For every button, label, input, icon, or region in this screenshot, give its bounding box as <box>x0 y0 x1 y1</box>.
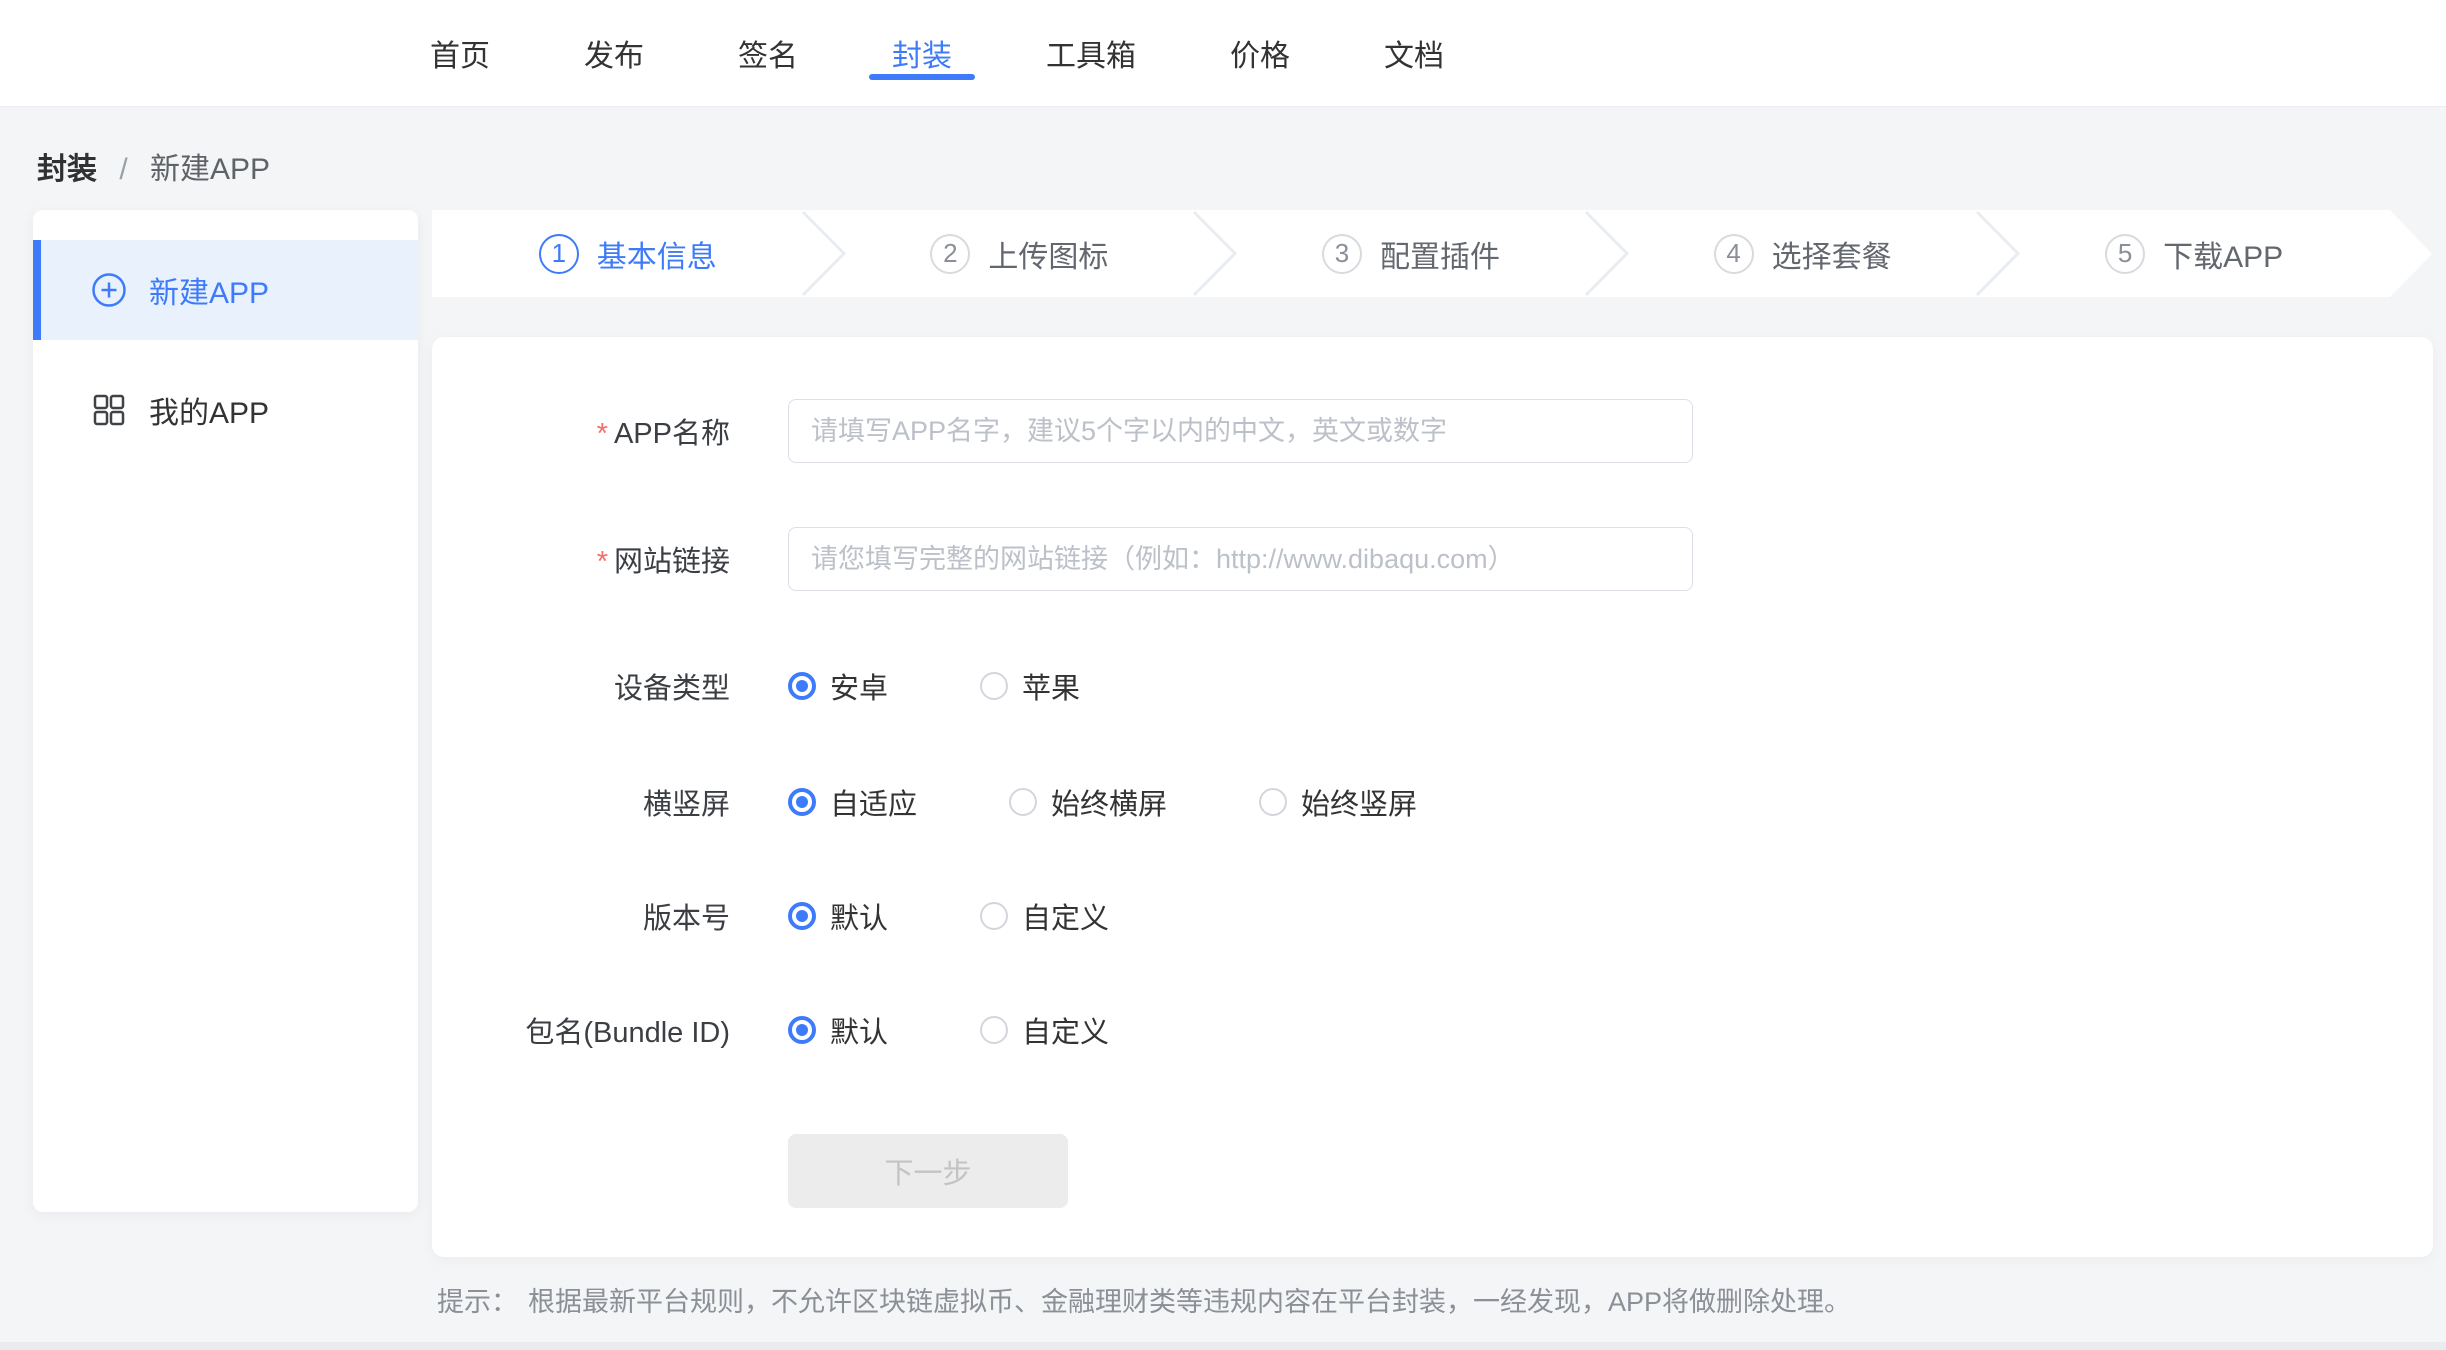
field-label: 包名(Bundle ID) <box>432 1009 730 1051</box>
form-row-bundle-id: 包名(Bundle ID) 默认 自定义 <box>432 1002 1109 1058</box>
step-number: 5 <box>2105 234 2145 274</box>
nav-item-label: 文档 <box>1384 31 1444 75</box>
breadcrumb-parent-link[interactable]: 封装 <box>37 153 97 186</box>
radio-dot <box>788 1016 816 1044</box>
sidebar-item-new-app[interactable]: 新建APP <box>33 240 418 340</box>
form-row-orientation: 横竖屏 自适应 始终横屏 始终竖屏 <box>432 774 1417 830</box>
nav-item-publish[interactable]: 发布 <box>584 0 644 106</box>
nav-item-toolbox[interactable]: 工具箱 <box>1046 0 1136 106</box>
radio-label: 苹果 <box>1022 665 1080 707</box>
app-name-input[interactable] <box>788 399 1693 463</box>
step-label: 选择套餐 <box>1772 232 1892 276</box>
chevron-right-icon <box>1976 210 2020 297</box>
radio-label: 始终竖屏 <box>1301 781 1417 823</box>
breadcrumb-separator: / <box>119 153 127 186</box>
sidebar-item-label: 我的APP <box>149 388 269 432</box>
tip-label: 提示： <box>437 1287 518 1317</box>
radio-bundle-custom[interactable]: 自定义 <box>980 1009 1109 1051</box>
grid-icon <box>91 392 127 428</box>
nav-item-label: 发布 <box>584 31 644 75</box>
breadcrumb-current: 新建APP <box>150 153 270 186</box>
step-basic-info: 1 基本信息 <box>432 210 824 297</box>
radio-version-custom[interactable]: 自定义 <box>980 895 1109 937</box>
nav-item-docs[interactable]: 文档 <box>1384 0 1444 106</box>
radio-always-portrait[interactable]: 始终竖屏 <box>1259 781 1417 823</box>
radio-label: 自适应 <box>830 781 917 823</box>
radio-label: 安卓 <box>830 665 888 707</box>
sidebar-item-my-apps[interactable]: 我的APP <box>33 360 418 460</box>
nav-item-price[interactable]: 价格 <box>1230 0 1290 106</box>
steps-bar-arrow-end <box>2390 210 2432 297</box>
step-number: 3 <box>1322 234 1362 274</box>
top-nav: 首页 发布 签名 封装 工具箱 价格 文档 <box>0 0 2446 107</box>
nav-item-label: 首页 <box>430 31 490 75</box>
step-label: 基本信息 <box>597 232 717 276</box>
breadcrumb: 封装 / 新建APP <box>37 144 270 188</box>
step-number: 4 <box>1714 234 1754 274</box>
nav-item-label: 签名 <box>738 31 798 75</box>
form-row-app-name: *APP名称 <box>432 399 1693 463</box>
radio-label: 自定义 <box>1022 1009 1109 1051</box>
platform-rule-tip: 提示： 根据最新平台规则，不允许区块链虚拟币、金融理财类等违规内容在平台封装，一经… <box>437 1280 1851 1319</box>
form-row-site-url: *网站链接 <box>432 527 1693 591</box>
radio-label: 默认 <box>830 895 888 937</box>
radio-label: 自定义 <box>1022 895 1109 937</box>
radio-always-landscape[interactable]: 始终横屏 <box>1009 781 1167 823</box>
nav-item-package[interactable]: 封装 <box>892 0 952 106</box>
radio-dot <box>788 788 816 816</box>
nav-item-label: 价格 <box>1230 31 1290 75</box>
radio-label: 默认 <box>830 1009 888 1051</box>
tip-text: 根据最新平台规则，不允许区块链虚拟币、金融理财类等违规内容在平台封装，一经发现，… <box>528 1287 1851 1317</box>
next-step-button[interactable]: 下一步 <box>788 1134 1068 1208</box>
field-label: 版本号 <box>432 895 730 937</box>
chevron-right-icon <box>1585 210 1629 297</box>
field-label: 设备类型 <box>432 665 730 707</box>
step-label: 上传图标 <box>988 232 1108 276</box>
step-upload-icon: 2 上传图标 <box>824 210 1216 297</box>
sidebar-item-label: 新建APP <box>149 268 269 312</box>
radio-dot <box>1259 788 1287 816</box>
step-configure-plugins: 3 配置插件 <box>1215 210 1607 297</box>
nav-item-home[interactable]: 首页 <box>430 0 490 106</box>
radio-dot <box>980 1016 1008 1044</box>
step-label: 下载APP <box>2163 232 2283 276</box>
field-label: 横竖屏 <box>432 781 730 823</box>
step-number: 2 <box>930 234 970 274</box>
required-mark: * <box>597 546 608 578</box>
field-label: *网站链接 <box>432 538 730 580</box>
site-url-input[interactable] <box>788 527 1693 591</box>
radio-dot <box>1009 788 1037 816</box>
radio-label: 始终横屏 <box>1051 781 1167 823</box>
step-download-app: 5 下载APP <box>1998 210 2390 297</box>
form-row-version: 版本号 默认 自定义 <box>432 888 1109 944</box>
radio-auto-orientation[interactable]: 自适应 <box>788 781 917 823</box>
form-row-device-type: 设备类型 安卓 苹果 <box>432 658 1080 714</box>
new-app-form: *APP名称 *网站链接 设备类型 安卓 苹果 横竖屏 <box>432 337 2433 1257</box>
step-label: 配置插件 <box>1380 232 1500 276</box>
step-number: 1 <box>539 234 579 274</box>
chevron-right-icon <box>1193 210 1237 297</box>
nav-item-label: 工具箱 <box>1046 31 1136 75</box>
radio-bundle-default[interactable]: 默认 <box>788 1009 888 1051</box>
steps-bar: 1 基本信息 2 上传图标 3 配置插件 4 选择套餐 5 下载APP <box>432 210 2390 297</box>
radio-dot <box>788 902 816 930</box>
required-mark: * <box>597 418 608 450</box>
step-select-plan: 4 选择套餐 <box>1607 210 1999 297</box>
radio-dot <box>788 672 816 700</box>
plus-circle-icon <box>91 272 127 308</box>
radio-dot <box>980 902 1008 930</box>
nav-item-label: 封装 <box>892 31 952 75</box>
radio-android[interactable]: 安卓 <box>788 665 888 707</box>
footer-edge-strip <box>0 1342 2446 1350</box>
nav-item-sign[interactable]: 签名 <box>738 0 798 106</box>
active-tab-underline <box>869 74 975 80</box>
sidebar: 新建APP 我的APP <box>33 210 418 1212</box>
field-label: *APP名称 <box>432 410 730 452</box>
radio-dot <box>980 672 1008 700</box>
chevron-right-icon <box>802 210 846 297</box>
radio-ios[interactable]: 苹果 <box>980 665 1080 707</box>
radio-version-default[interactable]: 默认 <box>788 895 888 937</box>
